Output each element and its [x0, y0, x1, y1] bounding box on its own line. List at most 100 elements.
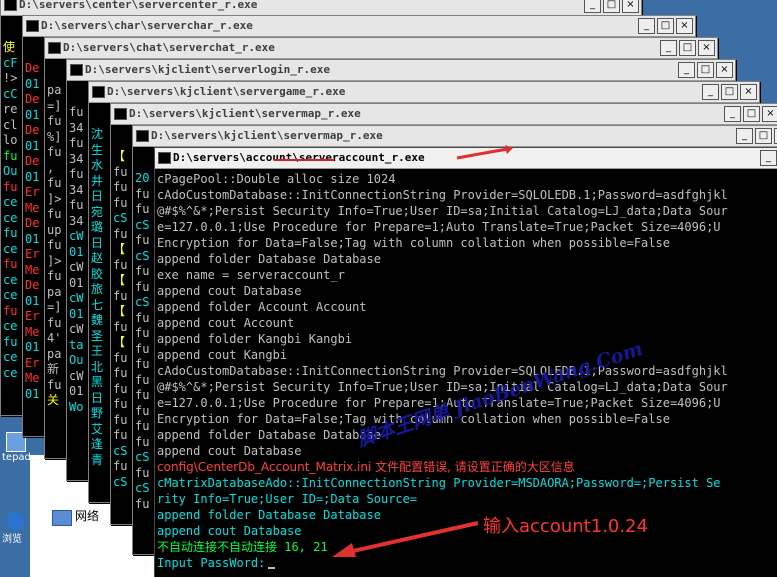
- minimize-button[interactable]: _: [724, 106, 741, 122]
- console-line: fu: [47, 114, 62, 128]
- maximize-button[interactable]: □: [603, 0, 620, 13]
- maximize-button[interactable]: □: [679, 40, 696, 56]
- console-line: 宛: [91, 204, 104, 219]
- title-bar[interactable]: D:\servers\char\serverchar_r.exe _ □ ×: [23, 16, 695, 37]
- console-line: fu: [135, 419, 150, 433]
- window-title: D:\servers\center\servercenter_r.exe: [19, 0, 258, 11]
- console-line: cMatrixDatabaseAdo::InitConnectionString…: [157, 476, 721, 490]
- console-line: re: [3, 102, 18, 116]
- console-line: 逢: [91, 437, 104, 451]
- title-bar[interactable]: D:\servers\kjclient\servergame_r.exe _ □ ×: [89, 82, 759, 103]
- console-line: fu: [47, 315, 62, 330]
- title-bar[interactable]: D:\servers\chat\serverchat_r.exe _ □ ×: [45, 38, 717, 59]
- console-line: fu: [47, 176, 62, 190]
- console-line: fu: [135, 310, 150, 325]
- close-button[interactable]: ×: [716, 62, 733, 78]
- minimize-button[interactable]: _: [702, 84, 719, 100]
- console-line: fu: [69, 136, 84, 150]
- console-line: fu: [135, 279, 150, 294]
- annotation-note: 输入account1.0.24: [483, 516, 648, 537]
- console-line: pa: [47, 284, 62, 299]
- console-line: append folder Database Database: [157, 428, 381, 442]
- console-line: %]: [47, 129, 62, 144]
- console-line: Er: [25, 185, 40, 199]
- console-line: 璐: [91, 220, 104, 234]
- console-line: ce: [3, 365, 18, 380]
- console-line: fu: [135, 341, 150, 356]
- minimize-button[interactable]: _: [584, 0, 601, 13]
- maximize-button[interactable]: □: [721, 84, 738, 100]
- console-line: ta: [69, 337, 84, 352]
- console-line: cW: [69, 260, 84, 274]
- console-line: fu: [3, 179, 18, 194]
- console-line: fu: [135, 264, 150, 278]
- title-underline: [274, 159, 334, 161]
- console-line: ,: [47, 160, 55, 175]
- console-line: fu: [69, 198, 84, 212]
- console-line: fu: [113, 428, 128, 442]
- console-line: exe name = serveraccount_r: [157, 268, 345, 282]
- console-line: De: [25, 216, 40, 230]
- console-line: fu: [135, 496, 150, 511]
- console-line: 【: [113, 149, 126, 163]
- console-line: lo: [3, 133, 18, 147]
- maximize-button[interactable]: □: [755, 128, 772, 144]
- maximize-button[interactable]: □: [743, 106, 760, 122]
- console-line: ce: [3, 350, 18, 364]
- console-line: cAdoCustomDatabase::InitConnectionString…: [157, 364, 728, 378]
- console-line: 34: [69, 213, 84, 228]
- minimize-button[interactable]: _: [736, 128, 753, 144]
- close-button[interactable]: ×: [622, 0, 639, 13]
- close-button[interactable]: ×: [676, 18, 693, 34]
- console-line: fu: [47, 145, 62, 159]
- console-line: =]: [47, 300, 62, 314]
- console-line: 关: [47, 393, 60, 407]
- window-title: D:\servers\kjclient\serverlogin_r.exe: [85, 63, 331, 76]
- console-window-account[interactable]: D:\servers\account\serveraccount_r.exe _…: [154, 147, 777, 577]
- console-line: fu: [135, 465, 150, 480]
- arrow-annotation-title: [456, 145, 513, 160]
- maximize-button[interactable]: □: [697, 62, 714, 78]
- console-line: fu: [113, 180, 128, 194]
- console-line: 【: [113, 242, 126, 256]
- text-cursor[interactable]: [268, 567, 276, 569]
- console-line: 王: [91, 344, 104, 358]
- title-bar[interactable]: D:\servers\kjclient\servermap_r.exe _□×: [133, 126, 777, 147]
- console-line: append folder Database Database: [157, 252, 381, 266]
- console-line: 01: [69, 306, 84, 321]
- console-line: Me: [25, 324, 40, 339]
- minimize-button[interactable]: _: [678, 62, 695, 78]
- console-line: =]: [47, 98, 62, 113]
- console-line: 日: [91, 235, 104, 250]
- console-line: fu: [3, 226, 18, 240]
- minimize-button[interactable]: _: [660, 40, 677, 56]
- arrow-annotation-input: [332, 521, 479, 557]
- console-icon: [48, 42, 61, 54]
- console-icon: [70, 64, 83, 76]
- network-label[interactable]: 网络: [75, 507, 99, 524]
- console-line: fu: [135, 202, 150, 216]
- title-bar[interactable]: D:\servers\kjclient\servermap_r.exe _□×: [111, 104, 777, 125]
- title-bar[interactable]: D:\servers\kjclient\serverlogin_r.exe _ □…: [67, 60, 735, 81]
- close-button[interactable]: ×: [698, 40, 715, 56]
- minimize-button[interactable]: _: [638, 18, 655, 34]
- minimize-button[interactable]: _: [760, 150, 777, 166]
- console-line: fu: [113, 459, 128, 473]
- maximize-button[interactable]: □: [657, 18, 674, 34]
- title-bar[interactable]: D:\servers\center\servercenter_r.exe _ □ ×: [1, 0, 641, 16]
- desktop-icon-browser[interactable]: 浏览: [2, 512, 30, 545]
- console-line: 01: [25, 293, 40, 308]
- console-line: config\CenterDb_Account_Matrix.ini 文件配置错…: [157, 460, 575, 474]
- console-line: ce: [3, 195, 18, 209]
- console-line: fu: [113, 412, 128, 427]
- console-line: fu: [47, 269, 62, 283]
- close-button[interactable]: ×: [762, 106, 777, 122]
- console-line: 日: [91, 390, 104, 405]
- console-lines: 20 fu fu cS fu cS fu fu cS fu fu fu fu fu fu fu fu fu cS fu…: [135, 171, 149, 512]
- window-title: D:\servers\kjclient\servergame_r.exe: [107, 85, 346, 98]
- console-line: Er: [25, 355, 40, 370]
- close-button[interactable]: ×: [740, 84, 757, 100]
- console-line: cS: [135, 481, 150, 495]
- console-line: fu: [3, 148, 18, 163]
- console-line: 【: [113, 273, 126, 287]
